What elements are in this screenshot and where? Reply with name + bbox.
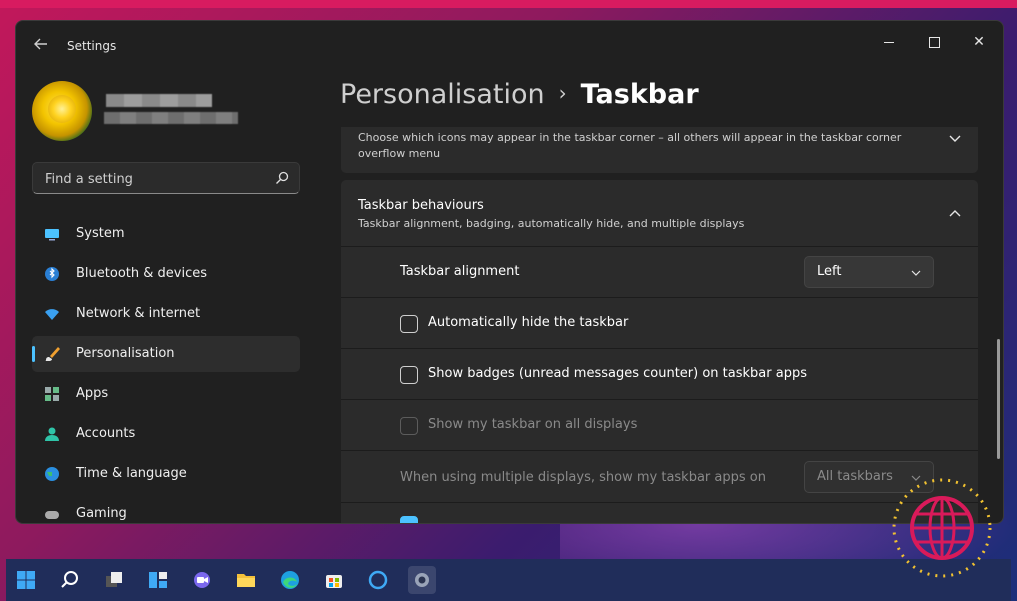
screen-border: [0, 0, 1017, 8]
search-input[interactable]: [43, 169, 267, 189]
store-icon: [326, 575, 342, 588]
file-explorer-icon: [237, 574, 255, 587]
search-icon[interactable]: [275, 171, 289, 185]
sidebar-item-label: Apps: [76, 386, 109, 401]
corner-overflow-description: Choose which icons may appear in the tas…: [358, 131, 902, 160]
task-view-button[interactable]: [100, 566, 128, 594]
maximize-icon: [928, 36, 940, 48]
sidebar-item-apps[interactable]: Apps: [32, 376, 300, 412]
section-subtitle: Taskbar alignment, badging, automaticall…: [358, 217, 745, 230]
edge-button[interactable]: [276, 566, 304, 594]
chevron-up-icon[interactable]: [948, 207, 962, 221]
all-displays-row: Show my taskbar on all displays: [341, 399, 978, 450]
close-button[interactable]: ✕: [959, 27, 999, 57]
sidebar-item-label: Gaming: [76, 506, 127, 521]
bluetooth-icon: [45, 267, 59, 281]
cortana-icon: [368, 570, 388, 590]
chat-icon: [194, 572, 210, 588]
auto-hide-checkbox[interactable]: [400, 315, 418, 333]
taskbar-alignment-label: Taskbar alignment: [400, 264, 520, 279]
sidebar-item-time-language[interactable]: Time & language: [32, 456, 300, 492]
back-button[interactable]: [30, 33, 52, 55]
widgets-icon: [149, 572, 167, 588]
sidebar-item-accounts[interactable]: Accounts: [32, 416, 300, 452]
chevron-down-icon[interactable]: [948, 131, 962, 145]
blurred-user-email: [104, 112, 238, 124]
sidebar-item-network[interactable]: Network & internet: [32, 296, 300, 332]
settings-content: Choose which icons may appear in the tas…: [341, 127, 978, 523]
all-displays-checkbox: [400, 417, 418, 435]
cortana-button[interactable]: [364, 566, 392, 594]
badges-row: Show badges (unread messages counter) on…: [341, 348, 978, 399]
wifi-icon: [45, 309, 59, 320]
breadcrumb: Personalisation › Taskbar: [340, 79, 699, 110]
app-title: Settings: [67, 39, 117, 53]
corner-overflow-card[interactable]: Choose which icons may appear in the tas…: [341, 127, 978, 173]
sidebar-item-personalisation[interactable]: Personalisation: [32, 336, 300, 372]
title-bar: Settings ✕: [16, 21, 1003, 69]
all-displays-label: Show my taskbar on all displays: [428, 417, 638, 432]
chat-button[interactable]: [188, 566, 216, 594]
settings-taskbar-button[interactable]: [408, 566, 436, 594]
widgets-button[interactable]: [144, 566, 172, 594]
scrollbar[interactable]: [997, 339, 1000, 459]
taskbar-alignment-dropdown[interactable]: Left: [804, 256, 934, 288]
sidebar-nav: System Bluetooth & devices Network & int…: [32, 216, 300, 523]
sidebar-item-label: Network & internet: [76, 306, 201, 321]
next-setting-checkbox[interactable]: [400, 516, 418, 523]
multi-display-label: When using multiple displays, show my ta…: [400, 470, 766, 485]
dropdown-value: Left: [817, 264, 842, 279]
brush-icon: [45, 347, 60, 361]
file-explorer-button[interactable]: [232, 566, 260, 594]
search-box[interactable]: [32, 162, 300, 194]
page-title: Taskbar: [580, 79, 699, 110]
auto-hide-label[interactable]: Automatically hide the taskbar: [428, 315, 628, 330]
sidebar-item-label: Bluetooth & devices: [76, 266, 207, 281]
badges-checkbox[interactable]: [400, 366, 418, 384]
search-icon: [61, 571, 78, 588]
sidebar-item-label: Personalisation: [76, 346, 175, 361]
settings-window: Settings ✕ System Bluetooth & devices Ne…: [15, 20, 1004, 524]
edge-icon: [281, 571, 299, 589]
sidebar-item-gaming[interactable]: Gaming: [32, 496, 300, 523]
sidebar-item-label: Time & language: [76, 466, 187, 481]
sidebar-item-bluetooth[interactable]: Bluetooth & devices: [32, 256, 300, 292]
breadcrumb-parent[interactable]: Personalisation: [340, 79, 545, 110]
chevron-down-icon: [911, 270, 921, 276]
gaming-icon: [45, 511, 59, 519]
avatar[interactable]: [32, 81, 92, 141]
taskbar-search-button[interactable]: [56, 566, 84, 594]
task-view-icon: [106, 572, 122, 587]
maximize-button[interactable]: [914, 27, 954, 57]
start-icon: [17, 571, 35, 589]
auto-hide-row: Automatically hide the taskbar: [341, 297, 978, 348]
sidebar-item-label: Accounts: [76, 426, 136, 441]
chevron-right-icon: ›: [558, 81, 567, 105]
store-button[interactable]: [320, 566, 348, 594]
settings-icon: [415, 573, 429, 587]
close-icon: ✕: [973, 34, 985, 50]
apps-icon: [45, 387, 59, 401]
blurred-user-name: [106, 94, 212, 107]
back-arrow-icon: [34, 38, 47, 50]
start-button[interactable]: [12, 566, 40, 594]
globe-icon: [45, 467, 59, 481]
minimize-button[interactable]: [869, 27, 909, 57]
badges-label[interactable]: Show badges (unread messages counter) on…: [428, 366, 807, 381]
system-icon: [45, 229, 59, 241]
accounts-icon: [45, 427, 59, 441]
sidebar-item-system[interactable]: System: [32, 216, 300, 252]
taskbar-behaviours-header[interactable]: Taskbar behaviours Taskbar alignment, ba…: [341, 180, 978, 246]
section-title: Taskbar behaviours: [358, 198, 484, 213]
minimize-icon: [884, 41, 894, 43]
windows-taskbar: [6, 559, 1011, 601]
taskbar-alignment-row: Taskbar alignment Left: [341, 246, 978, 297]
sidebar-item-label: System: [76, 226, 125, 241]
site-logo: [892, 478, 992, 578]
